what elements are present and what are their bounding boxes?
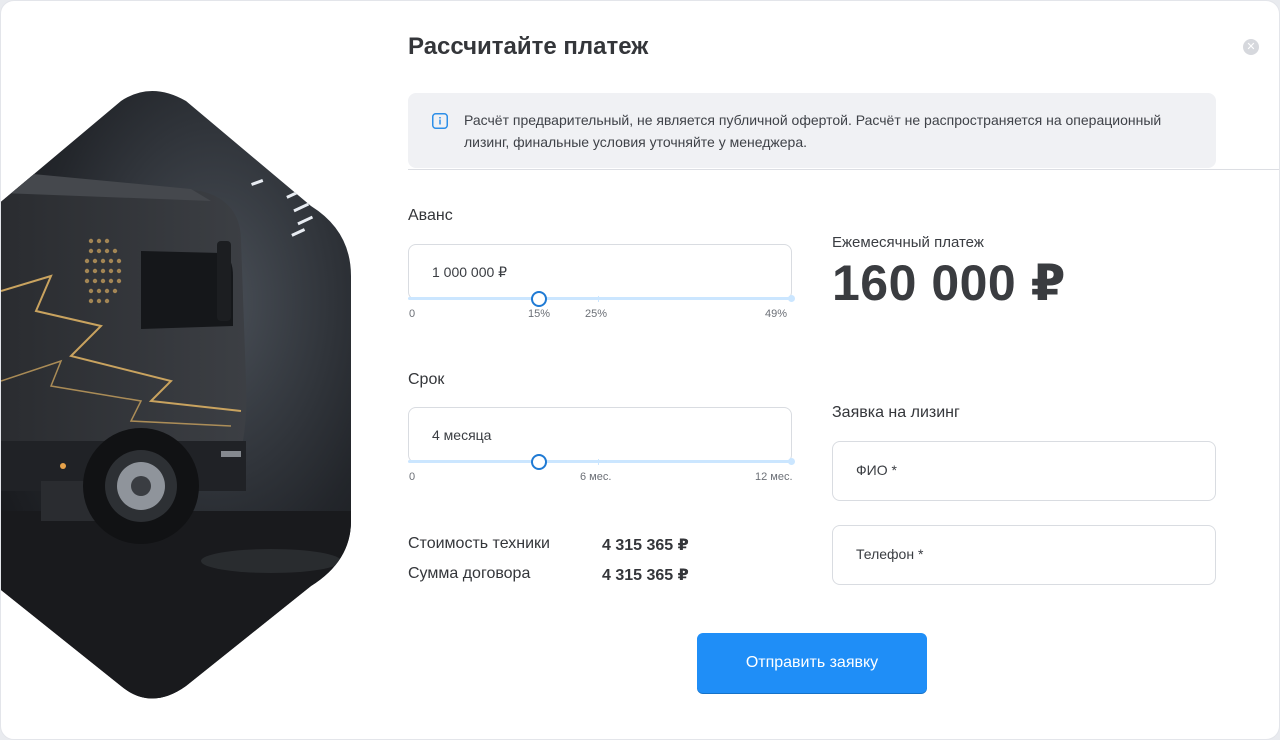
advance-tick-25	[598, 296, 599, 302]
advance-input[interactable]: 1 000 000 ₽	[408, 244, 792, 300]
advance-scale-max: 49%	[765, 308, 788, 320]
phone-field-placeholder: Телефон *	[856, 546, 924, 562]
term-slider-thumb[interactable]	[530, 454, 547, 470]
equipment-cost-label: Стоимость техники	[408, 535, 550, 552]
leasing-calculator-modal: Рассчитайте платеж ✕ Расчёт предваритель…	[0, 0, 1280, 740]
advance-slider-track[interactable]	[408, 295, 795, 302]
equipment-cost-value: 4 315 365 ₽	[602, 537, 689, 554]
monthly-payment-value: 160 000 ₽	[832, 255, 1066, 311]
truck-hero-image	[1, 91, 351, 699]
advance-scale-min: 0	[409, 308, 416, 320]
advance-scale-15: 15%	[528, 308, 551, 320]
name-field-placeholder: ФИО *	[856, 462, 897, 478]
contract-sum-label: Сумма договора	[408, 565, 531, 582]
contract-sum-value: 4 315 365 ₽	[602, 567, 689, 584]
info-icon	[432, 113, 448, 129]
term-slider-track[interactable]	[408, 458, 795, 465]
monthly-payment-label: Ежемесячный платеж	[832, 234, 984, 251]
advance-scale-25: 25%	[585, 308, 608, 320]
term-value: 4 месяца	[432, 427, 492, 443]
term-tick-6	[598, 459, 599, 465]
advance-label: Аванс	[408, 207, 453, 224]
term-slider-end	[788, 458, 795, 465]
term-scale-max: 12 мес.	[755, 471, 793, 483]
close-icon[interactable]: ✕	[1243, 39, 1259, 55]
advance-slider-thumb[interactable]	[530, 291, 547, 307]
notice-text: Расчёт предварительный, не является публ…	[464, 112, 1162, 150]
modal-title: Рассчитайте платеж	[408, 33, 649, 60]
term-scale-min: 0	[409, 471, 416, 483]
term-label: Срок	[408, 371, 445, 388]
name-field[interactable]: ФИО *	[832, 441, 1216, 501]
term-input[interactable]: 4 месяца	[408, 407, 792, 463]
phone-field[interactable]: Телефон *	[832, 525, 1216, 585]
term-scale-6: 6 мес.	[580, 471, 612, 483]
info-notice: Расчёт предварительный, не является публ…	[408, 93, 1216, 168]
advance-value: 1 000 000 ₽	[432, 264, 508, 280]
application-title: Заявка на лизинг	[832, 404, 960, 421]
header-divider	[408, 169, 1279, 170]
advance-slider-end	[788, 295, 795, 302]
submit-application-button[interactable]: Отправить заявку	[697, 633, 927, 693]
